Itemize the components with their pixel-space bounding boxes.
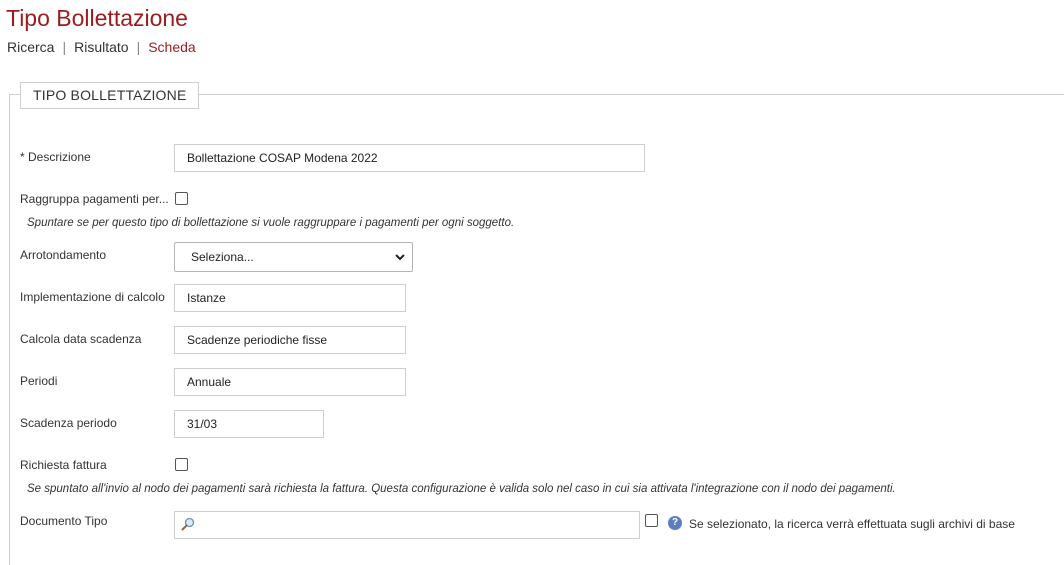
archivi-base-checkbox[interactable] (645, 514, 658, 527)
scadenza-periodo-input[interactable]: 31/03 (174, 410, 324, 438)
calcola-data-label: Calcola data scadenza (20, 332, 142, 346)
archivi-base-info: Se selezionato, la ricerca verrà effettu… (689, 517, 1015, 531)
implementazione-label: Implementazione di calcolo (20, 290, 165, 304)
chevron-down-icon (394, 245, 406, 279)
breadcrumb-ricerca[interactable]: Ricerca (7, 39, 54, 55)
periodi-label: Periodi (20, 374, 58, 388)
implementazione-input[interactable]: Istanze (174, 284, 406, 312)
raggruppa-hint: Spuntare se per questo tipo di bollettaz… (27, 217, 515, 229)
breadcrumb-risultato[interactable]: Risultato (74, 39, 128, 55)
breadcrumb: Ricerca | Risultato | Scheda (7, 39, 196, 55)
documento-tipo-label: Documento Tipo (20, 514, 108, 528)
richiesta-fattura-checkbox[interactable] (175, 458, 188, 471)
page-title: Tipo Bollettazione (6, 5, 188, 31)
periodi-input[interactable]: Annuale (174, 368, 406, 396)
documento-tipo-input[interactable] (174, 511, 640, 539)
info-icon: ? (668, 516, 682, 530)
arrotondamento-selected: Seleziona... (191, 250, 254, 264)
fieldset-legend: TIPO BOLLETTAZIONE (20, 82, 200, 109)
richiesta-fattura-hint: Se spuntato all'invio al nodo dei pagame… (27, 483, 896, 495)
descrizione-label: * Descrizione (20, 150, 91, 164)
breadcrumb-scheda[interactable]: Scheda (148, 39, 195, 55)
raggruppa-checkbox[interactable] (175, 192, 188, 205)
arrotondamento-label: Arrotondamento (20, 248, 107, 262)
scadenza-periodo-label: Scadenza periodo (20, 416, 117, 430)
arrotondamento-select[interactable]: Seleziona... (174, 242, 413, 272)
breadcrumb-separator: | (62, 39, 67, 55)
raggruppa-label: Raggruppa pagamenti per... (20, 192, 169, 206)
breadcrumb-separator: | (136, 39, 141, 55)
descrizione-input[interactable]: Bollettazione COSAP Modena 2022 (174, 144, 645, 172)
calcola-data-input[interactable]: Scadenze periodiche fisse (174, 326, 406, 354)
search-icon[interactable] (181, 517, 195, 531)
richiesta-fattura-label: Richiesta fattura (20, 458, 107, 472)
